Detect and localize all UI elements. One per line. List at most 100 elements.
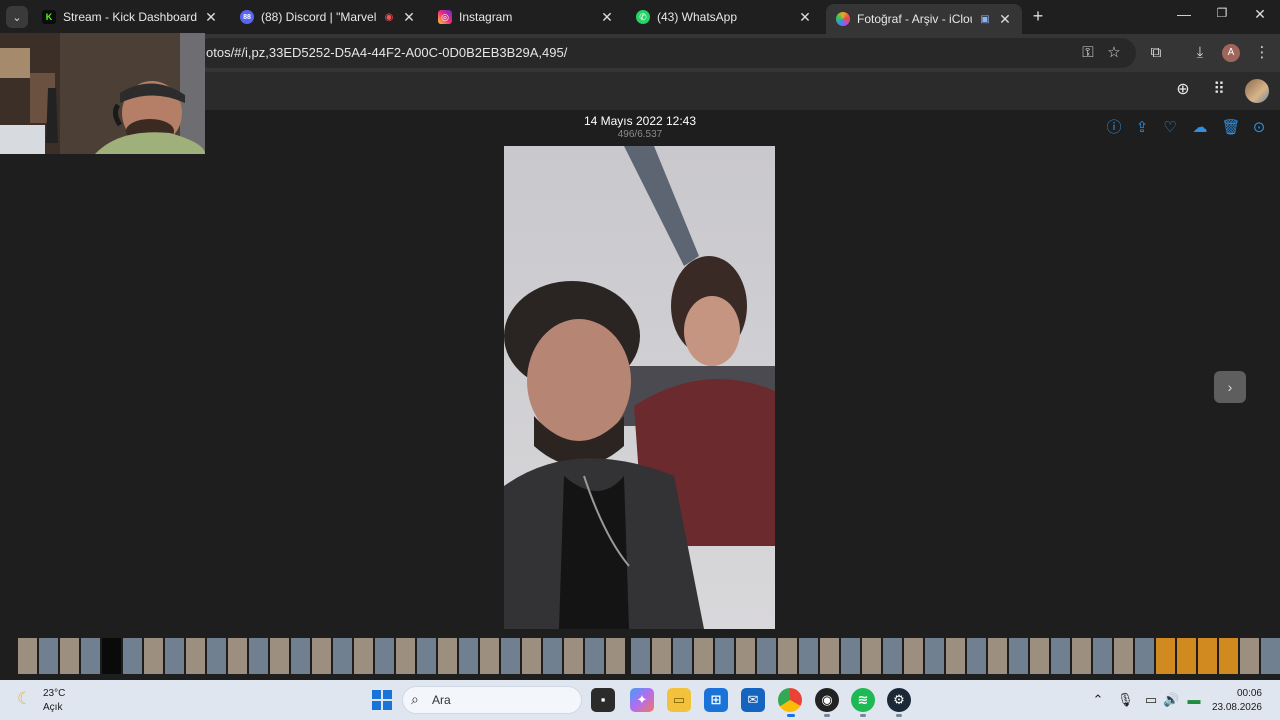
window-close-icon[interactable]: ✕: [1250, 6, 1270, 23]
profile-avatar[interactable]: A: [1222, 44, 1240, 62]
filmstrip-thumbnail[interactable]: [417, 638, 436, 674]
filmstrip-thumbnail[interactable]: [186, 638, 205, 674]
steam-icon[interactable]: ⚙: [887, 688, 911, 712]
minimize-icon[interactable]: —: [1174, 6, 1194, 22]
filmstrip-thumbnail[interactable]: [438, 638, 457, 674]
filmstrip-thumbnail[interactable]: [312, 638, 331, 674]
user-avatar[interactable]: [1245, 79, 1269, 103]
filmstrip-thumbnail[interactable]: [354, 638, 373, 674]
filmstrip-thumbnail[interactable]: [207, 638, 226, 674]
next-photo-button[interactable]: ›: [1214, 371, 1246, 403]
more-icon[interactable]: ⊙: [1249, 118, 1269, 138]
filmstrip-thumbnail[interactable]: [1030, 638, 1049, 674]
filmstrip-thumbnail[interactable]: [249, 638, 268, 674]
filmstrip-thumbnail[interactable]: [799, 638, 818, 674]
new-tab-button[interactable]: +: [1028, 6, 1048, 27]
filmstrip-thumbnail[interactable]: [1072, 638, 1091, 674]
filmstrip-thumbnail[interactable]: [904, 638, 923, 674]
filmstrip-thumbnail[interactable]: [81, 638, 100, 674]
filmstrip-thumbnail[interactable]: [585, 638, 604, 674]
tab-close-icon[interactable]: ✕: [402, 9, 416, 26]
download-icon[interactable]: ☁: [1190, 118, 1210, 138]
filmstrip-thumbnail[interactable]: [1051, 638, 1070, 674]
filmstrip-thumbnail[interactable]: [396, 638, 415, 674]
filmstrip-thumbnail[interactable]: [1240, 638, 1259, 674]
url-text[interactable]: otos/#/i,pz,33ED5252-D5A4-44F2-A00C-0D0B…: [206, 45, 567, 60]
info-icon[interactable]: ⓘ: [1104, 118, 1124, 138]
filmstrip-thumbnail[interactable]: [606, 638, 625, 674]
filmstrip-thumbnail[interactable]: [757, 638, 776, 674]
filmstrip-thumbnail[interactable]: [778, 638, 797, 674]
heart-icon[interactable]: ♡: [1160, 118, 1180, 138]
share-icon[interactable]: ⇪: [1132, 118, 1152, 138]
filmstrip-thumbnail[interactable]: [459, 638, 478, 674]
moon-icon[interactable]: ☾: [17, 689, 37, 709]
chrome-icon[interactable]: [778, 688, 802, 712]
filmstrip-thumbnail[interactable]: [123, 638, 142, 674]
filmstrip-thumbnail[interactable]: [102, 638, 121, 674]
filmstrip-thumbnail[interactable]: [1135, 638, 1154, 674]
tray-overflow-icon[interactable]: ⌃: [1090, 692, 1106, 708]
tab-close-icon[interactable]: ✕: [600, 9, 614, 26]
filmstrip-thumbnail[interactable]: [501, 638, 520, 674]
filmstrip-thumbnail[interactable]: [946, 638, 965, 674]
add-circle-icon[interactable]: ⊕: [1173, 80, 1193, 100]
filmstrip-thumbnail[interactable]: [39, 638, 58, 674]
store-icon[interactable]: ⊞: [704, 688, 728, 712]
filmstrip-thumbnail[interactable]: [1219, 638, 1238, 674]
filmstrip-thumbnail[interactable]: [1177, 638, 1196, 674]
filmstrip-thumbnail[interactable]: [862, 638, 881, 674]
filmstrip-thumbnail[interactable]: [543, 638, 562, 674]
tab-discord[interactable]: 88 (88) Discord | "Marvel Hakk ◉ ✕: [230, 4, 426, 30]
network-icon[interactable]: ▭: [1143, 692, 1159, 708]
filmstrip-thumbnail[interactable]: [1093, 638, 1112, 674]
filmstrip-thumbnail[interactable]: [1198, 638, 1217, 674]
filmstrip-thumbnail[interactable]: [1261, 638, 1280, 674]
filmstrip-thumbnail[interactable]: [480, 638, 499, 674]
filmstrip-thumbnail[interactable]: [988, 638, 1007, 674]
file-explorer-icon[interactable]: ▭: [667, 688, 691, 712]
filmstrip-thumbnail[interactable]: [228, 638, 247, 674]
filmstrip-thumbnail[interactable]: [522, 638, 541, 674]
restore-icon[interactable]: ❐: [1212, 6, 1232, 20]
filmstrip-thumbnail[interactable]: [165, 638, 184, 674]
tab-icloud-photos[interactable]: Fotoğraf - Arşiv - iCloud Fo ▣ ✕: [826, 4, 1022, 34]
filmstrip-thumbnail[interactable]: [715, 638, 734, 674]
microphone-icon[interactable]: 🎙: [1117, 692, 1134, 708]
battery-icon[interactable]: ▬: [1186, 692, 1202, 707]
filmstrip-thumbnail[interactable]: [925, 638, 944, 674]
copilot-icon[interactable]: ✦: [630, 688, 654, 712]
download-icon[interactable]: ⤓: [1190, 43, 1210, 63]
outlook-icon[interactable]: ✉: [741, 688, 765, 712]
clock-date[interactable]: 23.08.2026: [1208, 702, 1262, 713]
trash-icon[interactable]: 🗑: [1221, 118, 1241, 138]
filmstrip-thumbnail[interactable]: [673, 638, 692, 674]
filmstrip-thumbnail[interactable]: [736, 638, 755, 674]
tab-whatsapp[interactable]: ✆ (43) WhatsApp ✕: [626, 4, 822, 30]
obs-icon[interactable]: ◉: [815, 688, 839, 712]
browser-menu-icon[interactable]: ⋮: [1252, 43, 1272, 63]
bookmark-star-icon[interactable]: ☆: [1104, 43, 1124, 63]
spotify-icon[interactable]: ≋: [851, 688, 875, 712]
filmstrip-thumbnail[interactable]: [144, 638, 163, 674]
filmstrip-thumbnail[interactable]: [694, 638, 713, 674]
filmstrip-thumbnail[interactable]: [564, 638, 583, 674]
weather-description[interactable]: Açık: [43, 702, 62, 713]
app-grid-icon[interactable]: ⠿: [1209, 80, 1229, 100]
tab-instagram[interactable]: ◎ Instagram ✕: [428, 4, 624, 30]
filmstrip-thumbnail[interactable]: [1156, 638, 1175, 674]
taskbar-search[interactable]: [402, 686, 582, 714]
photo-main[interactable]: [504, 146, 775, 629]
password-key-icon[interactable]: ⚿: [1078, 43, 1098, 63]
filmstrip-thumbnail[interactable]: [333, 638, 352, 674]
start-button[interactable]: [372, 690, 392, 710]
extensions-icon[interactable]: ⧉: [1146, 43, 1166, 63]
filmstrip-thumbnail[interactable]: [967, 638, 986, 674]
filmstrip-thumbnail[interactable]: [18, 638, 37, 674]
tab-close-icon[interactable]: ✕: [798, 9, 812, 26]
tab-search-button[interactable]: ⌄: [6, 6, 28, 28]
task-view-icon[interactable]: ▪: [591, 688, 615, 712]
weather-temperature[interactable]: 23°C: [43, 688, 65, 699]
filmstrip-thumbnail[interactable]: [270, 638, 289, 674]
filmstrip-thumbnail[interactable]: [375, 638, 394, 674]
